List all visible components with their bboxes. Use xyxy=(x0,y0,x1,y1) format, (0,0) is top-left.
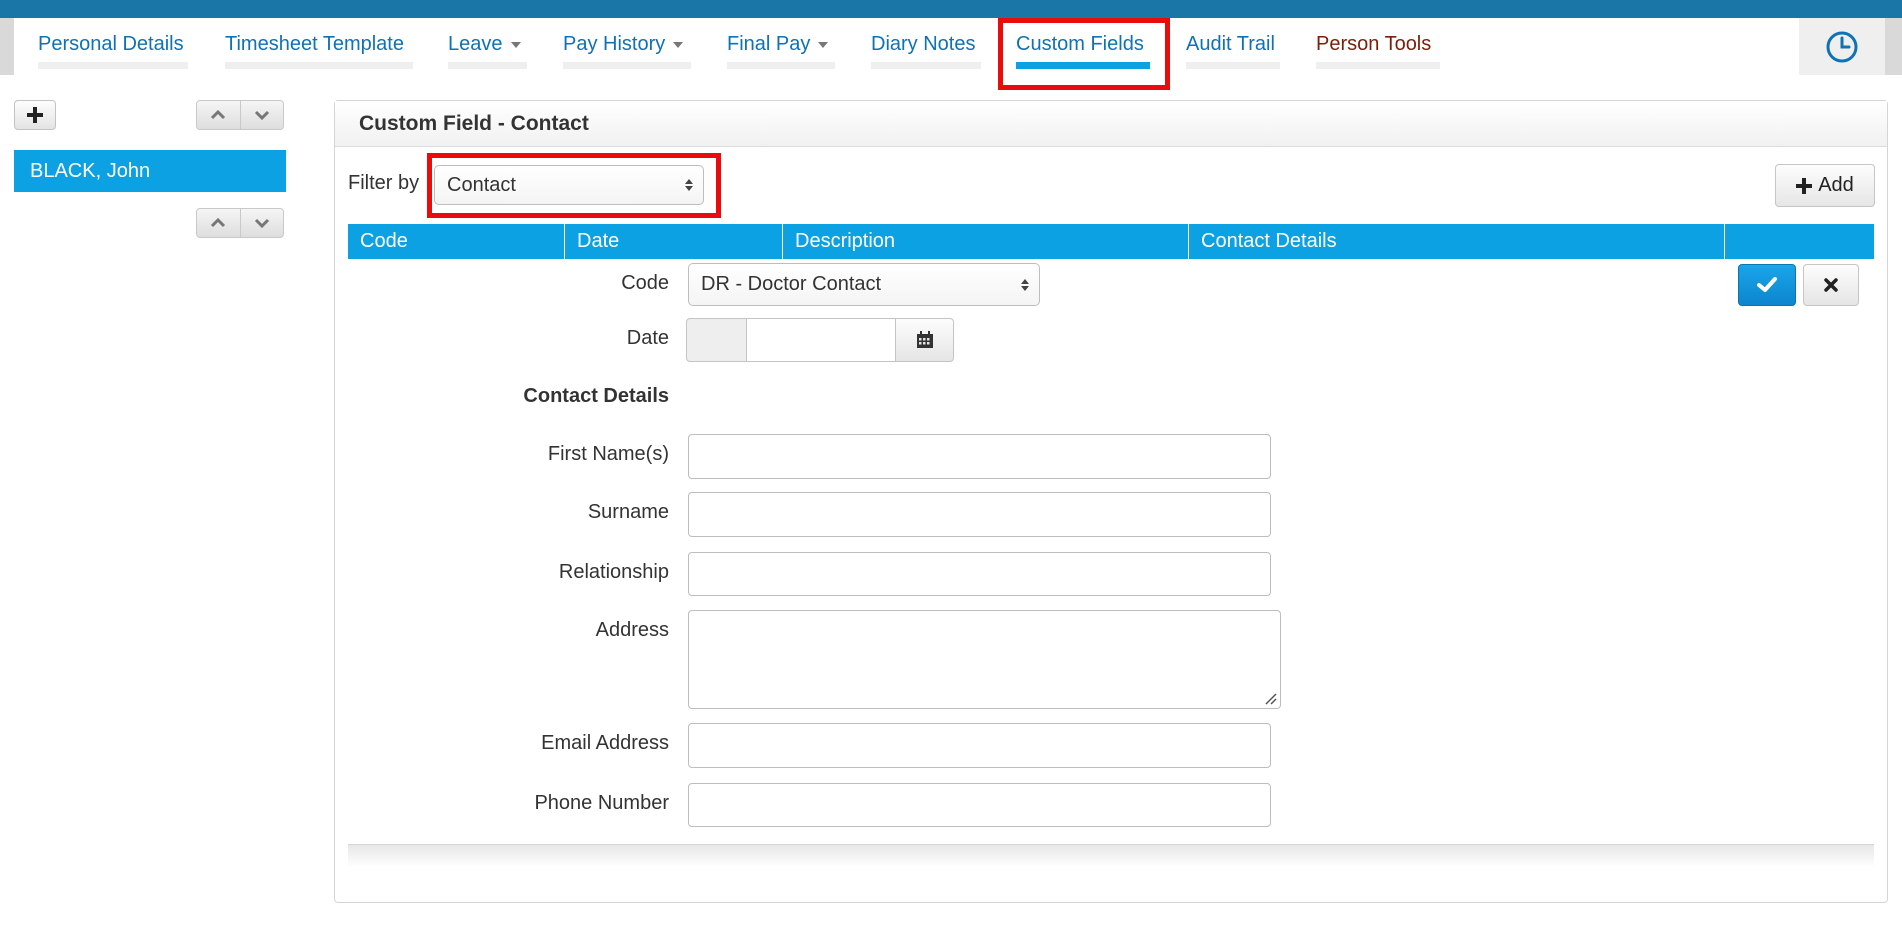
tab-underline xyxy=(225,62,413,69)
panel-title: Custom Field - Contact xyxy=(335,101,1887,147)
plus-icon xyxy=(27,107,43,123)
tab-underline xyxy=(727,62,835,69)
chevron-down-icon xyxy=(818,42,829,48)
address-label: Address xyxy=(595,619,669,641)
confirm-button[interactable] xyxy=(1738,264,1796,306)
tab-timesheet-template[interactable]: Timesheet Template xyxy=(225,18,413,75)
relationship-label: Relationship xyxy=(558,561,669,583)
date-input[interactable] xyxy=(746,318,896,362)
surname-input[interactable] xyxy=(688,492,1271,537)
tab-leave[interactable]: Leave xyxy=(448,18,527,75)
add-button[interactable]: Add xyxy=(1775,164,1875,207)
table-header: Code Date Description Contact Details xyxy=(348,224,1874,259)
tab-underline xyxy=(1316,62,1440,69)
move-up-button[interactable] xyxy=(197,209,240,237)
phone-input[interactable] xyxy=(688,783,1271,827)
tab-underline xyxy=(1186,62,1280,69)
tab-label: Personal Details xyxy=(38,33,184,55)
cancel-button[interactable] xyxy=(1803,264,1859,306)
tab-label: Audit Trail xyxy=(1186,33,1275,55)
first-name-label: First Name(s) xyxy=(547,443,669,465)
column-header-date[interactable]: Date xyxy=(565,224,783,259)
tab-bar: Personal Details Timesheet Template Leav… xyxy=(14,18,1885,75)
column-header-code[interactable]: Code xyxy=(348,224,565,259)
table-footer xyxy=(348,844,1874,867)
code-select-value: DR - Doctor Contact xyxy=(701,273,882,295)
tab-audit-trail[interactable]: Audit Trail xyxy=(1186,18,1280,75)
tab-label: Final Pay xyxy=(727,32,835,56)
person-list-item[interactable]: BLACK, John xyxy=(14,150,286,192)
add-button-label: Add xyxy=(1818,174,1854,196)
code-select[interactable]: DR - Doctor Contact xyxy=(688,263,1040,306)
tab-label: Leave xyxy=(448,32,527,56)
tab-label-text: Final Pay xyxy=(727,33,811,55)
date-prefix xyxy=(686,318,747,362)
address-textarea[interactable] xyxy=(688,610,1281,709)
email-input[interactable] xyxy=(688,723,1271,768)
move-down-button[interactable] xyxy=(239,209,284,237)
tab-person-tools[interactable]: Person Tools xyxy=(1316,18,1440,75)
date-label: Date xyxy=(626,327,669,349)
tab-personal-details[interactable]: Personal Details xyxy=(38,18,188,75)
tab-underline xyxy=(448,62,527,69)
phone-label: Phone Number xyxy=(534,792,669,814)
tab-final-pay[interactable]: Final Pay xyxy=(727,18,835,75)
chevron-up-icon xyxy=(211,110,226,120)
email-label: Email Address xyxy=(541,732,669,754)
chevron-down-icon xyxy=(510,42,521,48)
select-arrows-icon xyxy=(1021,278,1029,291)
contact-details-section-label: Contact Details xyxy=(523,385,669,407)
column-header-contact-details[interactable]: Contact Details xyxy=(1189,224,1725,259)
tab-pay-history[interactable]: Pay History xyxy=(563,18,691,75)
clock-button[interactable] xyxy=(1799,18,1885,75)
chevron-down-icon xyxy=(254,110,269,120)
filter-label: Filter by xyxy=(348,172,420,194)
add-person-button[interactable] xyxy=(14,100,56,130)
calendar-icon xyxy=(916,331,933,348)
top-band xyxy=(0,0,1902,18)
plus-icon xyxy=(1796,177,1813,194)
move-up-button[interactable] xyxy=(197,101,240,129)
code-label: Code xyxy=(621,272,669,294)
tab-underline xyxy=(871,62,981,69)
tab-label-text: Pay History xyxy=(563,33,666,55)
highlight-box-filter xyxy=(427,153,721,218)
tab-underline xyxy=(38,62,188,69)
date-picker-button[interactable] xyxy=(895,318,954,362)
first-name-input[interactable] xyxy=(688,434,1271,479)
tab-diary-notes[interactable]: Diary Notes xyxy=(871,18,981,75)
tab-label: Pay History xyxy=(563,32,691,56)
column-header-actions xyxy=(1725,224,1874,259)
relationship-input[interactable] xyxy=(688,552,1271,596)
tab-underline xyxy=(563,62,691,69)
close-icon xyxy=(1824,278,1838,292)
tab-label-text: Leave xyxy=(448,33,503,55)
sort-buttons-bottom xyxy=(196,208,284,238)
chevron-up-icon xyxy=(211,218,226,228)
move-down-button[interactable] xyxy=(239,101,284,129)
tab-label: Diary Notes xyxy=(871,33,976,55)
tab-label: Timesheet Template xyxy=(225,33,404,55)
chevron-down-icon xyxy=(673,42,684,48)
sort-buttons-top xyxy=(196,100,284,130)
surname-label: Surname xyxy=(587,501,669,523)
resize-handle-icon[interactable] xyxy=(1263,691,1277,705)
tab-label: Person Tools xyxy=(1316,33,1432,55)
check-icon xyxy=(1757,277,1777,292)
column-header-description[interactable]: Description xyxy=(783,224,1189,259)
clock-icon xyxy=(1826,31,1858,62)
chevron-down-icon xyxy=(254,218,269,228)
highlight-box-tab xyxy=(998,18,1170,90)
